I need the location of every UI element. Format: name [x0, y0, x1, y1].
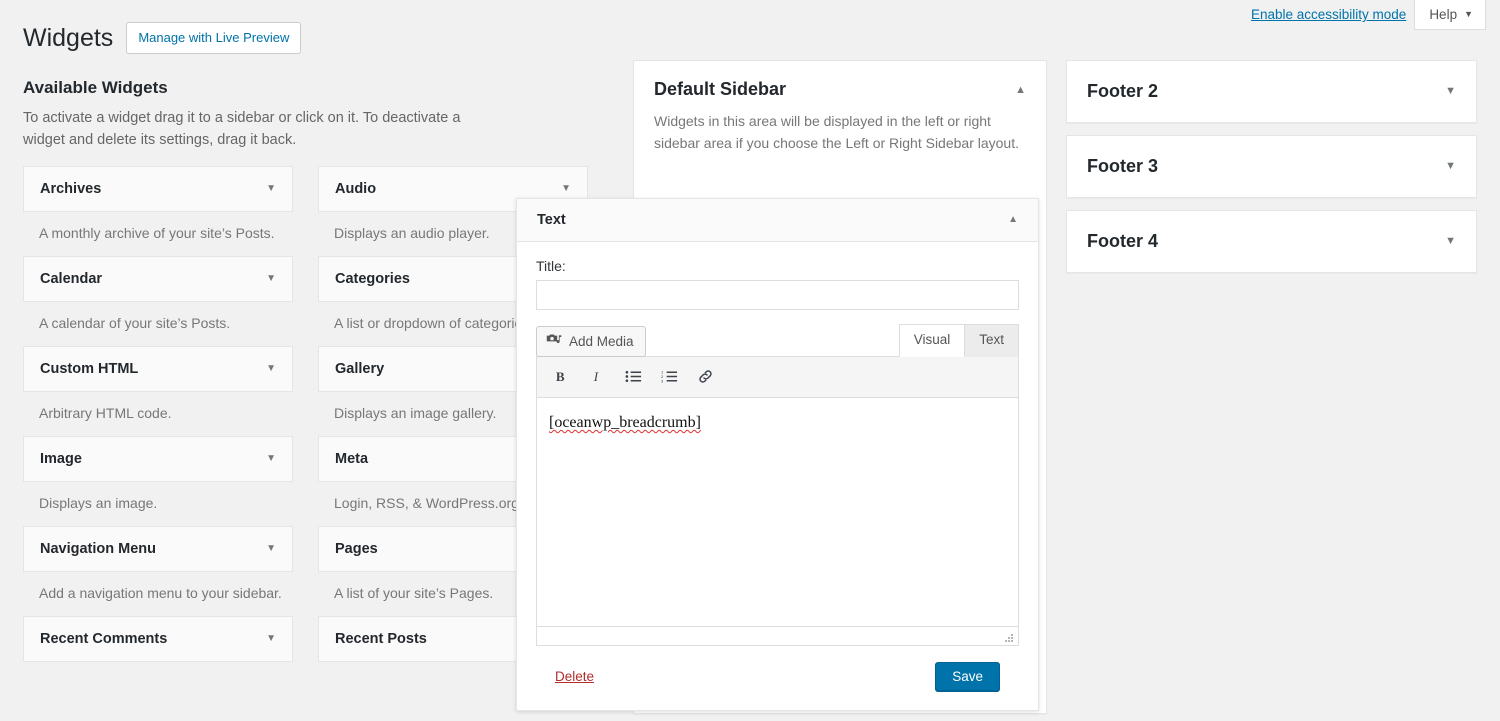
- media-icon: [546, 332, 562, 351]
- widget-name: Calendar: [40, 271, 102, 287]
- widget-description: Displays an image.: [23, 482, 293, 526]
- widget-name: Gallery: [335, 361, 384, 377]
- widget-card-calendar[interactable]: Calendar ▼: [23, 256, 293, 302]
- footer-areas-column: Footer 2 ▼ Footer 3 ▼ Footer 4 ▼: [1066, 60, 1477, 273]
- available-widgets-intro: To activate a widget drag it to a sideba…: [23, 107, 503, 152]
- sidebar-panel-title: Footer 2: [1087, 81, 1158, 102]
- text-widget-title: Text: [537, 212, 566, 228]
- chevron-down-icon[interactable]: ▼: [266, 184, 276, 194]
- chevron-down-icon[interactable]: ▼: [266, 544, 276, 554]
- widget-card-image[interactable]: Image ▼: [23, 436, 293, 482]
- chevron-down-icon[interactable]: ▼: [1445, 236, 1456, 247]
- sidebar-panel-header[interactable]: Footer 3 ▼: [1067, 136, 1476, 197]
- widget-name: Meta: [335, 451, 368, 467]
- widget-name: Recent Posts: [335, 631, 427, 647]
- editor-content-text: [oceanwp_breadcrumb]: [549, 414, 701, 431]
- tab-text[interactable]: Text: [964, 324, 1019, 357]
- widget-name: Recent Comments: [40, 631, 167, 647]
- chevron-down-icon: ▼: [1464, 10, 1473, 19]
- enable-accessibility-mode-link[interactable]: Enable accessibility mode: [1251, 0, 1406, 30]
- svg-text:B: B: [555, 370, 564, 385]
- widget-name: Navigation Menu: [40, 541, 156, 557]
- widget-name: Audio: [335, 181, 376, 197]
- add-media-button[interactable]: Add Media: [536, 326, 646, 357]
- sidebar-panel-footer-3: Footer 3 ▼: [1066, 135, 1477, 198]
- sidebar-panel-title: Footer 4: [1087, 231, 1158, 252]
- page-header: Widgets Manage with Live Preview: [23, 22, 301, 54]
- chevron-down-icon[interactable]: ▼: [1445, 161, 1456, 172]
- text-content-area[interactable]: [oceanwp_breadcrumb]: [537, 398, 1018, 626]
- text-editor: B I 1 2 3: [536, 356, 1019, 646]
- editor-resize-row: [537, 626, 1018, 645]
- available-widgets-section: Available Widgets To activate a widget d…: [23, 78, 590, 662]
- widget-card-custom-html[interactable]: Custom HTML ▼: [23, 346, 293, 392]
- text-widget-header[interactable]: Text ▲: [517, 199, 1038, 242]
- chevron-up-icon[interactable]: ▲: [1008, 215, 1018, 225]
- italic-icon[interactable]: I: [583, 364, 611, 390]
- widget-description: Arbitrary HTML code.: [23, 392, 293, 436]
- bold-icon[interactable]: B: [547, 364, 575, 390]
- page-title: Widgets: [23, 23, 113, 53]
- manage-with-live-preview-button[interactable]: Manage with Live Preview: [126, 22, 301, 54]
- admin-topbar: Enable accessibility mode Help ▼: [1251, 0, 1486, 30]
- editor-toolbar-row: Add Media Visual Text: [536, 324, 1019, 357]
- widget-name: Pages: [335, 541, 378, 557]
- chevron-down-icon[interactable]: ▼: [1445, 86, 1456, 97]
- text-widget-panel: Text ▲ Title: Add Media Visual: [516, 198, 1039, 711]
- widget-card-navigation-menu[interactable]: Navigation Menu ▼: [23, 526, 293, 572]
- delete-link[interactable]: Delete: [555, 669, 594, 684]
- numbered-list-icon[interactable]: 1 2 3: [655, 364, 683, 390]
- widget-description: A monthly archive of your site’s Posts.: [23, 212, 293, 256]
- editor-content: [oceanwp_breadcrumb]: [549, 412, 1006, 434]
- available-widgets-heading: Available Widgets: [23, 78, 590, 98]
- formatting-toolbar: B I 1 2 3: [537, 357, 1018, 398]
- sidebar-panel-title: Footer 3: [1087, 156, 1158, 177]
- text-widget-footer: Delete Save: [536, 646, 1019, 710]
- sidebar-panel-title: Default Sidebar: [654, 79, 786, 100]
- sidebar-panel-footer-2: Footer 2 ▼: [1066, 60, 1477, 123]
- available-widgets-grid: Archives ▼ A monthly archive of your sit…: [23, 166, 590, 662]
- widget-name: Categories: [335, 271, 410, 287]
- svg-text:I: I: [592, 370, 598, 385]
- help-button[interactable]: Help ▼: [1414, 0, 1486, 30]
- widget-column-left: Archives ▼ A monthly archive of your sit…: [23, 166, 293, 662]
- svg-text:3: 3: [661, 379, 664, 384]
- widget-name: Image: [40, 451, 82, 467]
- sidebar-panel-footer-4: Footer 4 ▼: [1066, 210, 1477, 273]
- title-field-label: Title:: [536, 258, 1019, 274]
- resize-handle-icon[interactable]: [1003, 631, 1015, 643]
- help-button-label: Help: [1429, 7, 1457, 22]
- chevron-down-icon[interactable]: ▼: [266, 454, 276, 464]
- widgets-admin-page: Enable accessibility mode Help ▼ Widgets…: [0, 0, 1500, 721]
- add-media-label: Add Media: [569, 334, 634, 349]
- chevron-down-icon[interactable]: ▼: [266, 634, 276, 644]
- sidebar-panel-header[interactable]: Footer 4 ▼: [1067, 211, 1476, 272]
- sidebar-panel-header[interactable]: Default Sidebar ▲: [634, 61, 1046, 100]
- widget-name: Custom HTML: [40, 361, 138, 377]
- widget-description: Add a navigation menu to your sidebar.: [23, 572, 293, 616]
- sidebar-panel-description: Widgets in this area will be displayed i…: [634, 100, 1046, 174]
- editor-mode-tabs: Visual Text: [899, 324, 1019, 357]
- widget-card-archives[interactable]: Archives ▼: [23, 166, 293, 212]
- widget-name: Archives: [40, 181, 101, 197]
- title-input[interactable]: [536, 280, 1019, 310]
- chevron-down-icon[interactable]: ▼: [266, 364, 276, 374]
- chevron-down-icon[interactable]: ▼: [561, 184, 571, 194]
- save-button[interactable]: Save: [935, 662, 1000, 691]
- bulleted-list-icon[interactable]: [619, 364, 647, 390]
- text-widget-body: Title: Add Media Visual Text: [517, 242, 1038, 710]
- link-icon[interactable]: [691, 364, 719, 390]
- chevron-up-icon[interactable]: ▲: [1015, 79, 1026, 96]
- widget-card-recent-comments[interactable]: Recent Comments ▼: [23, 616, 293, 662]
- sidebar-panel-header[interactable]: Footer 2 ▼: [1067, 61, 1476, 122]
- widget-description: A calendar of your site’s Posts.: [23, 302, 293, 346]
- tab-visual[interactable]: Visual: [899, 324, 966, 357]
- chevron-down-icon[interactable]: ▼: [266, 274, 276, 284]
